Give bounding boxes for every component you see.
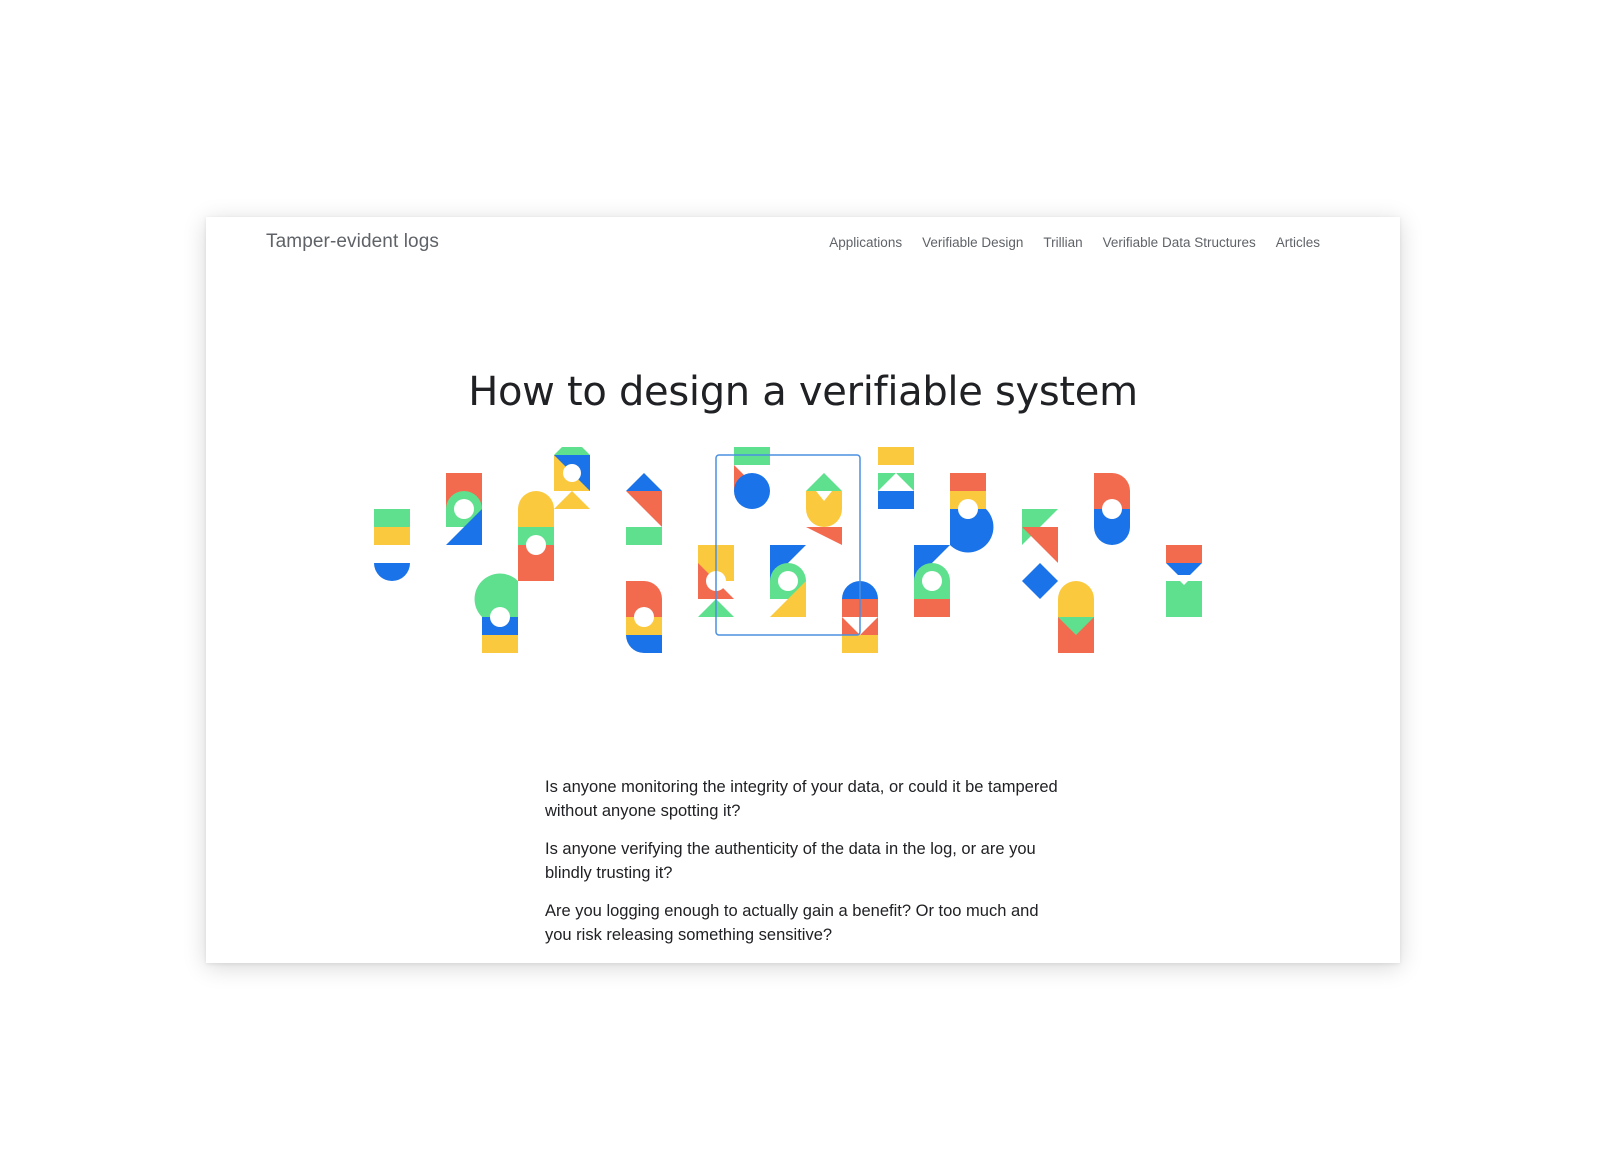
glyph-shape bbox=[770, 545, 806, 617]
glyph-shape bbox=[878, 447, 914, 509]
site-logo-link[interactable]: Tamper-evident logs bbox=[266, 231, 439, 253]
nav-link-applications[interactable]: Applications bbox=[829, 235, 902, 250]
glyph-shape bbox=[1094, 473, 1130, 545]
glyph-shape bbox=[626, 473, 662, 545]
glyph-shape bbox=[1166, 545, 1202, 617]
glyph-shape bbox=[474, 573, 518, 653]
glyph-shape bbox=[950, 473, 994, 553]
glyph-shape bbox=[914, 545, 950, 617]
glyph-shape bbox=[626, 581, 662, 653]
top-nav-bar: Tamper-evident logs Applications Verifia… bbox=[206, 217, 1400, 273]
glyph-shape bbox=[374, 509, 410, 581]
main-nav: Applications Verifiable Design Trillian … bbox=[829, 235, 1320, 250]
question-paragraph: Are you logging enough to actually gain … bbox=[545, 902, 1039, 944]
nav-link-trillian[interactable]: Trillian bbox=[1043, 235, 1082, 250]
glyph-shape bbox=[1058, 581, 1094, 653]
nav-link-articles[interactable]: Articles bbox=[1276, 235, 1320, 250]
hero-illustration bbox=[374, 447, 1202, 653]
glyph-shape bbox=[554, 447, 590, 509]
question-paragraph: Is anyone monitoring the integrity of yo… bbox=[545, 778, 1058, 820]
page-title: How to design a verifiable system bbox=[468, 369, 1138, 415]
question-paragraph: Is anyone verifying the authenticity of … bbox=[545, 840, 1036, 882]
glyph-shape bbox=[518, 491, 554, 581]
glyph-shape bbox=[1022, 509, 1058, 599]
glyph-shape bbox=[806, 473, 842, 545]
glyph-shape bbox=[446, 473, 482, 545]
nav-link-verifiable-design[interactable]: Verifiable Design bbox=[922, 235, 1023, 250]
glyph-shape bbox=[734, 447, 770, 509]
nav-link-verifiable-data-structures[interactable]: Verifiable Data Structures bbox=[1103, 235, 1256, 250]
browser-page: Tamper-evident logs Applications Verifia… bbox=[206, 217, 1400, 963]
intro-questions: Is anyone monitoring the integrity of yo… bbox=[545, 775, 1065, 961]
